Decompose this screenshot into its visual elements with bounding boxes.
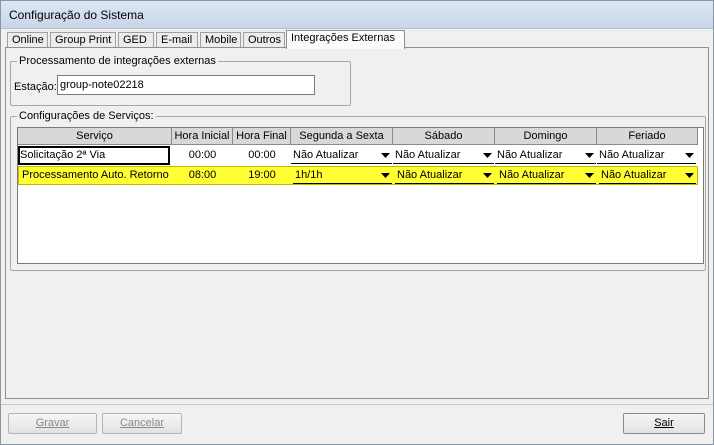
- integration-group-legend: Processamento de integrações externas: [17, 55, 218, 67]
- save-button[interactable]: Gravar: [8, 413, 97, 434]
- weekdays-value: 1h/1h: [295, 169, 323, 181]
- holiday-value: Não Atualizar: [599, 149, 665, 161]
- tab-integracoes-externas[interactable]: Integrações Externas: [286, 30, 405, 49]
- window-title: Configuração do Sistema: [9, 8, 144, 22]
- table-row[interactable]: Solicitação 2ª Via 00:00 00:00 Não Atual…: [18, 146, 698, 165]
- end-time-cell[interactable]: 19:00: [233, 166, 291, 185]
- dropdown-arrow-icon[interactable]: [378, 148, 392, 163]
- weekdays-value: Não Atualizar: [293, 149, 359, 161]
- station-label: Estação:: [14, 81, 57, 93]
- column-header-segunda-a-sexta[interactable]: Segunda a Sexta: [291, 128, 393, 145]
- column-header-domingo[interactable]: Domingo: [495, 128, 597, 145]
- column-header-hora-final[interactable]: Hora Final: [233, 128, 291, 145]
- dropdown-arrow-icon[interactable]: [480, 168, 494, 183]
- column-header-servico[interactable]: Serviço: [18, 128, 172, 145]
- system-config-window: Configuração do Sistema Online Group Pri…: [0, 0, 714, 445]
- exit-button[interactable]: Sair: [623, 413, 705, 434]
- holiday-dropdown[interactable]: Não Atualizar: [599, 167, 696, 184]
- services-group: Configurações de Serviços: Serviço Hora …: [10, 110, 706, 271]
- services-table: Serviço Hora Inicial Hora Final Segunda …: [17, 127, 704, 264]
- exit-button-label: Sair: [654, 417, 674, 429]
- column-header-sabado[interactable]: Sábado: [393, 128, 495, 145]
- integration-group: Processamento de integrações externas Es…: [10, 55, 351, 106]
- tab-mobile[interactable]: Mobile: [200, 32, 241, 48]
- sunday-dropdown[interactable]: Não Atualizar: [495, 147, 596, 164]
- end-time-cell[interactable]: 00:00: [233, 146, 291, 165]
- tab-ged[interactable]: GED: [118, 32, 154, 48]
- dropdown-arrow-icon[interactable]: [582, 148, 596, 163]
- holiday-dropdown[interactable]: Não Atualizar: [597, 147, 696, 164]
- save-button-label: Gravar: [35, 417, 70, 429]
- start-time-cell[interactable]: 08:00: [172, 166, 233, 185]
- column-header-feriado[interactable]: Feriado: [597, 128, 698, 145]
- saturday-dropdown[interactable]: Não Atualizar: [393, 147, 494, 164]
- dropdown-arrow-icon[interactable]: [682, 168, 696, 183]
- holiday-value: Não Atualizar: [601, 169, 667, 181]
- title-bar: Configuração do Sistema: [1, 1, 713, 29]
- dropdown-arrow-icon[interactable]: [582, 168, 596, 183]
- sunday-value: Não Atualizar: [499, 169, 565, 181]
- tab-online[interactable]: Online: [7, 32, 48, 48]
- tab-strip: Online Group Print GED E-mail Mobile Out…: [7, 30, 707, 49]
- start-time-cell[interactable]: 00:00: [172, 146, 233, 165]
- cancel-button[interactable]: Cancelar: [102, 413, 182, 434]
- tab-outros[interactable]: Outros: [243, 32, 285, 48]
- sunday-dropdown[interactable]: Não Atualizar: [497, 167, 596, 184]
- column-header-hora-inicial[interactable]: Hora Inicial: [172, 128, 233, 145]
- service-name-cell[interactable]: Solicitação 2ª Via: [18, 146, 170, 165]
- dropdown-arrow-icon[interactable]: [378, 168, 392, 183]
- sunday-value: Não Atualizar: [497, 149, 563, 161]
- weekdays-dropdown[interactable]: Não Atualizar: [291, 147, 392, 164]
- services-group-legend: Configurações de Serviços:: [17, 110, 156, 122]
- tab-group-print[interactable]: Group Print: [50, 32, 116, 48]
- saturday-value: Não Atualizar: [395, 149, 461, 161]
- saturday-value: Não Atualizar: [397, 169, 463, 181]
- cancel-button-label: Cancelar: [119, 417, 165, 429]
- station-input[interactable]: [57, 75, 315, 95]
- table-row-highlighted[interactable]: Processamento Auto. Retorno 08:00 19:00 …: [18, 166, 698, 185]
- tab-email[interactable]: E-mail: [156, 32, 198, 48]
- weekdays-dropdown[interactable]: 1h/1h: [293, 167, 392, 184]
- dropdown-arrow-icon[interactable]: [480, 148, 494, 163]
- saturday-dropdown[interactable]: Não Atualizar: [395, 167, 494, 184]
- tab-panel-integracoes: Processamento de integrações externas Es…: [5, 47, 709, 399]
- service-name-cell[interactable]: Processamento Auto. Retorno: [18, 166, 170, 185]
- dropdown-arrow-icon[interactable]: [682, 148, 696, 163]
- button-bar-divider: [1, 404, 713, 405]
